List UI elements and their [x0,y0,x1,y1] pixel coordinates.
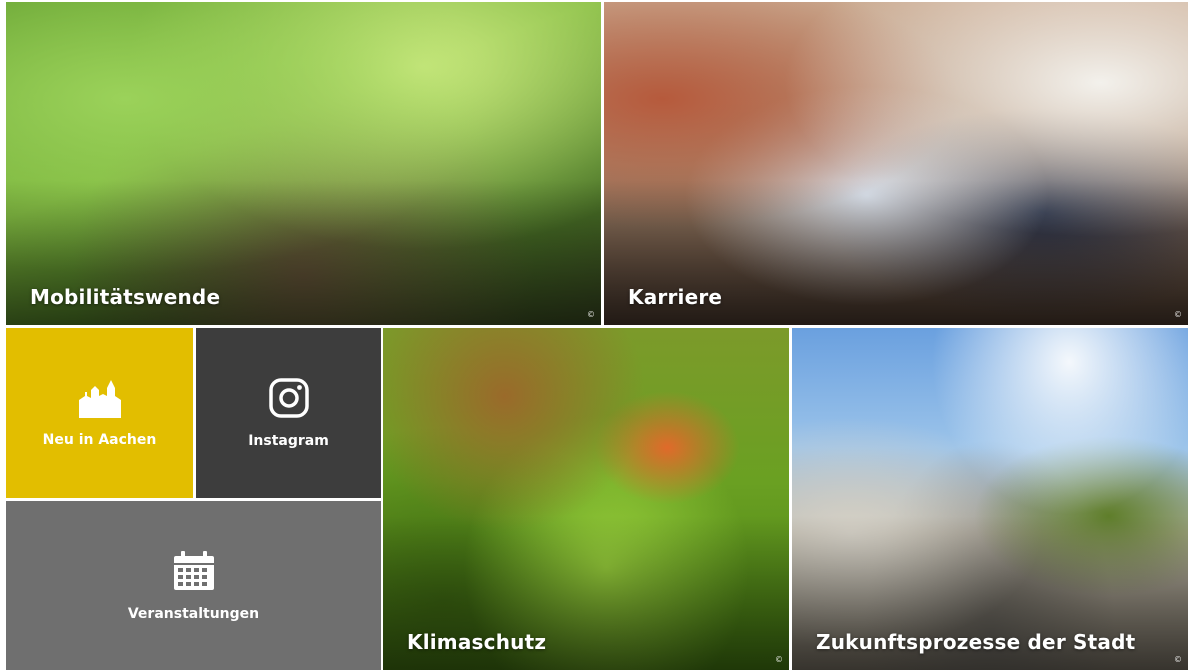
copyright-mark: © [1174,310,1182,319]
tile-veranstaltungen[interactable]: Veranstaltungen [6,501,381,670]
calendar-icon [173,550,214,590]
tile-label: Neu in Aachen [42,432,157,448]
copyright-mark: © [1174,655,1182,664]
tile-label: Veranstaltungen [127,605,260,622]
tile-neu-in-aachen[interactable]: Neu in Aachen [6,328,193,498]
tile-label: Klimaschutz [407,630,547,654]
tile-mobilitaetswende[interactable]: Mobilitätswende © [6,2,601,325]
tile-label: Karriere [628,285,723,309]
copyright-mark: © [587,310,595,319]
tile-karriere[interactable]: Karriere © [604,2,1188,325]
instagram-icon [268,378,309,418]
copyright-mark: © [775,655,783,664]
tile-instagram[interactable]: Instagram [196,328,381,498]
tile-label: Zukunftsprozesse der Stadt [816,630,1136,654]
tile-label: Instagram [248,433,329,449]
tile-zukunftsprozesse[interactable]: Zukunftsprozesse der Stadt © [792,328,1188,670]
tile-label: Mobilitätswende [30,285,221,309]
tile-klimaschutz[interactable]: Klimaschutz © [383,328,789,670]
city-silhouette-icon [78,380,121,418]
